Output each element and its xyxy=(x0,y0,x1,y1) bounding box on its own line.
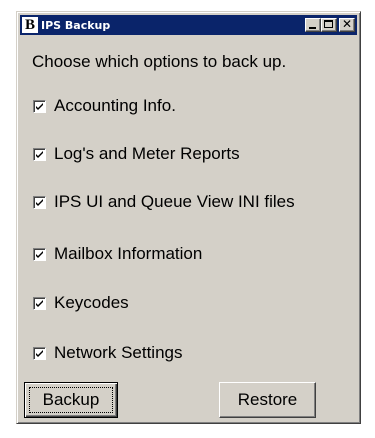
app-logo-letter: B xyxy=(24,17,35,33)
restore-button[interactable]: Restore xyxy=(219,382,316,418)
title-bar-controls: ✕ xyxy=(305,17,355,32)
option-label: Mailbox Information xyxy=(54,244,203,263)
option-label: Log's and Meter Reports xyxy=(54,144,240,163)
window-title: IPS Backup xyxy=(41,18,111,32)
keycodes-checkbox[interactable] xyxy=(33,296,46,310)
mailbox-information-checkbox[interactable] xyxy=(33,247,46,261)
restore-button-label: Restore xyxy=(237,390,298,409)
option-label: Accounting Info. xyxy=(54,96,176,115)
option-label: Network Settings xyxy=(54,343,183,362)
focus-ring xyxy=(29,387,113,413)
instructions-label: Choose which options to back up. xyxy=(32,52,287,71)
option-keycodes[interactable]: Keycodes xyxy=(33,293,129,313)
checkmark-icon xyxy=(36,102,43,110)
checkmark-icon xyxy=(36,150,43,158)
title-bar[interactable]: B IPS Backup ✕ xyxy=(20,15,357,35)
option-ips-ui-ini-files[interactable]: IPS UI and Queue View INI files xyxy=(33,192,295,212)
checkmark-icon xyxy=(36,250,43,258)
option-logs-meter-reports[interactable]: Log's and Meter Reports xyxy=(33,144,240,164)
close-icon: ✕ xyxy=(341,17,353,31)
checkmark-icon xyxy=(36,299,43,307)
checkmark-icon xyxy=(36,349,43,357)
backup-button[interactable]: Backup xyxy=(24,382,118,418)
app-logo-icon[interactable]: B xyxy=(22,17,38,33)
option-accounting-info[interactable]: Accounting Info. xyxy=(33,96,176,116)
checkmark-icon xyxy=(36,198,43,206)
minimize-button[interactable] xyxy=(305,18,321,32)
option-mailbox-information[interactable]: Mailbox Information xyxy=(33,244,202,264)
maximize-icon xyxy=(324,20,333,28)
ips-ui-ini-files-checkbox[interactable] xyxy=(33,195,46,209)
network-settings-checkbox[interactable] xyxy=(33,346,46,360)
option-label: Keycodes xyxy=(54,293,129,312)
maximize-button[interactable] xyxy=(321,18,337,32)
ips-backup-window: B IPS Backup ✕ Choose which options to b… xyxy=(16,11,361,424)
option-network-settings[interactable]: Network Settings xyxy=(33,343,183,363)
option-label: IPS UI and Queue View INI files xyxy=(54,192,295,211)
close-button[interactable]: ✕ xyxy=(339,17,355,32)
minimize-icon xyxy=(309,27,316,29)
logs-meter-reports-checkbox[interactable] xyxy=(33,147,46,161)
accounting-info-checkbox[interactable] xyxy=(33,99,46,113)
